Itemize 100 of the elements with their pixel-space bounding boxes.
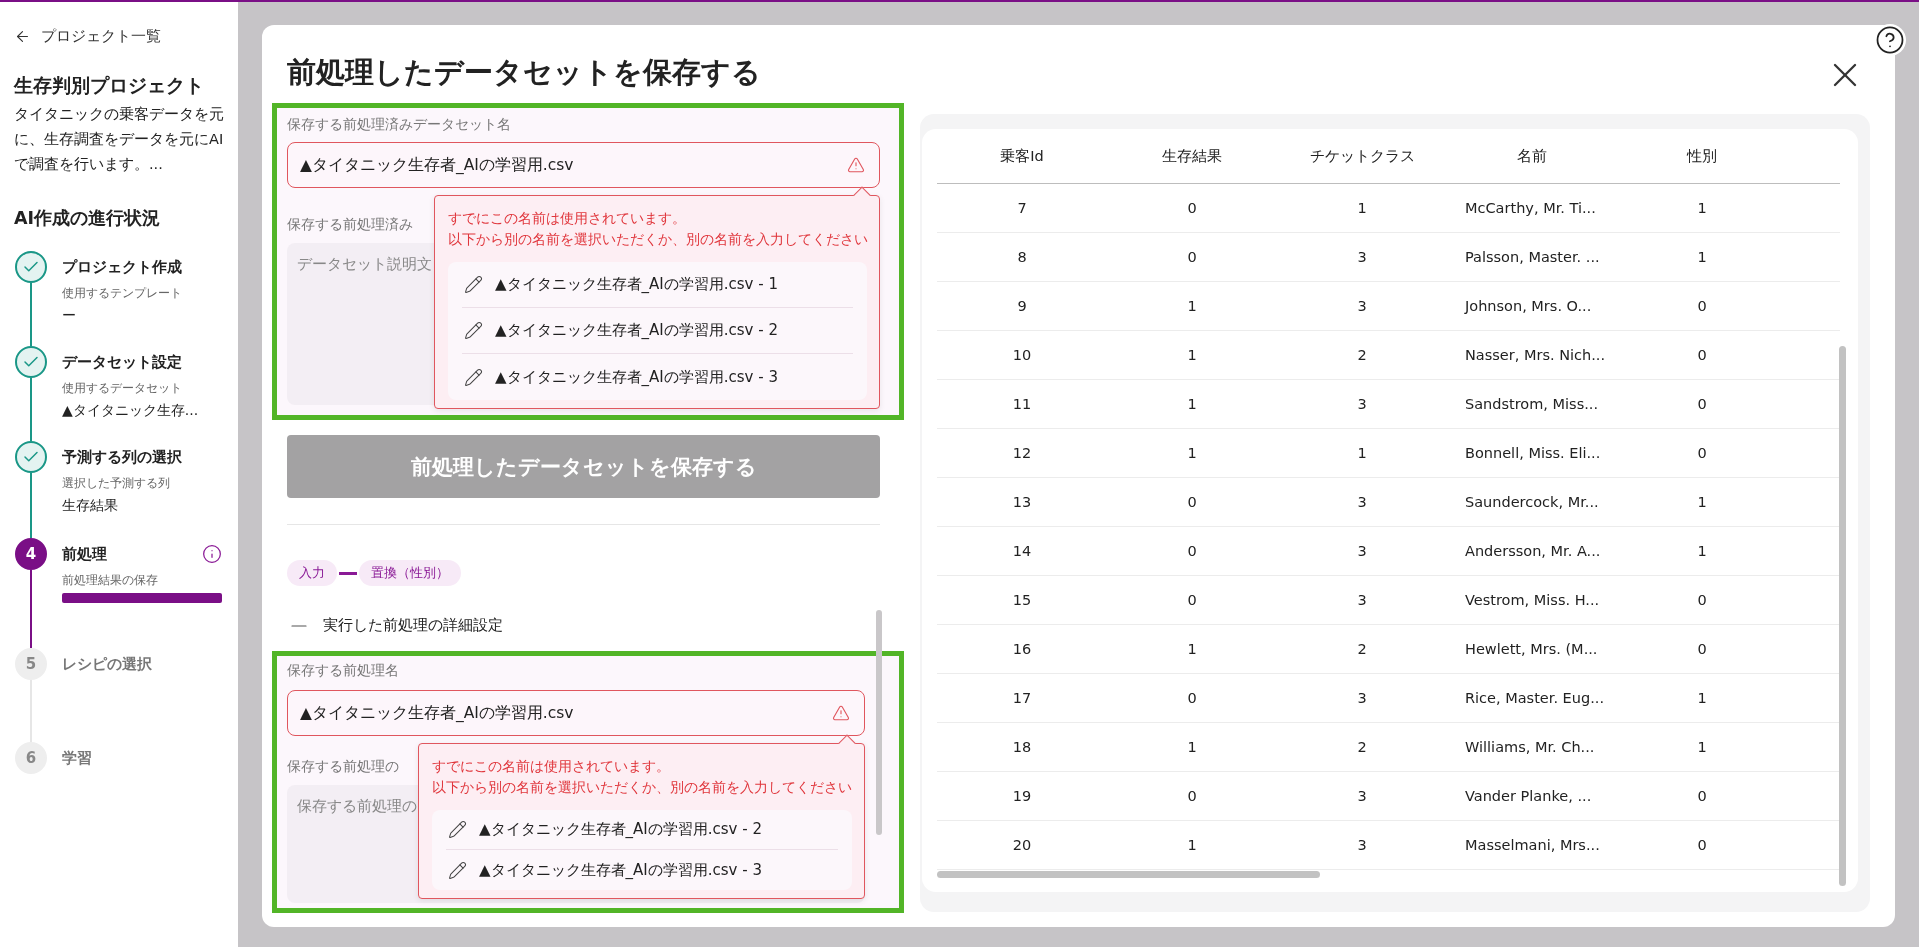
error-message: すでにこの名前は使用されています。 [432,757,671,776]
dialog-title: 前処理したデータセットを保存する [287,54,761,91]
column-header: 生存結果 [1161,146,1223,166]
field-label: 保存する前処理済みデータセット名 [287,115,511,134]
table-cell-text: 1 [1186,396,1198,412]
field-label: 保存する前処理名 [287,661,399,680]
table-cell-text: 1 [1696,494,1708,510]
table-cell-text: 7 [1016,200,1028,216]
step-title: レシピの選択 [62,655,152,674]
suggestion-item[interactable]: ▲タイタニック生存者_AIの学習用.csv - 2 [462,308,853,354]
table-cell-text: 2 [1356,347,1368,363]
table-cell-text: Bonnell, Miss. Eli... [1464,445,1602,461]
table-cell-text: 0 [1186,592,1198,608]
table-cell-text: Andersson, Mr. A... [1464,543,1602,559]
suggestion-text: ▲タイタニック生存者_AIの学習用.csv - 3 [479,860,762,880]
table-cell-text: 0 [1186,690,1198,706]
back-link[interactable]: プロジェクト一覧 [14,24,226,48]
table-cell-text: 0 [1186,494,1198,510]
suggestion-text: ▲タイタニック生存者_AIの学習用.csv - 2 [495,321,778,340]
table-cell-text: 1 [1696,690,1708,706]
table-cell-text: Hewlett, Mrs. (M... [1464,641,1599,657]
table-cell-text: 11 [1011,396,1033,412]
table-cell-text: 1 [1186,298,1198,314]
table-cell-text: 1 [1356,445,1368,461]
table-cell-text: 9 [1016,298,1028,314]
table-cell-text: 1 [1696,249,1708,265]
table-cell-text: Vestrom, Miss. H... [1464,592,1601,608]
pipeline-chip[interactable]: 入力 [287,560,337,586]
table-cell-text: 2 [1356,641,1368,657]
table-cell-text: Palsson, Master. ... [1464,249,1601,265]
table-cell-text: 1 [1696,200,1708,216]
table-cell-text: 0 [1696,347,1708,363]
step-subtitle: 使用するテンプレート [62,285,183,302]
column-header: 名前 [1516,146,1548,166]
error-message: 以下から別の名前を選択いただくか、別の名前を入力してください [432,778,852,797]
step-title: データセット設定 [62,353,182,372]
table-cell-text: 1 [1696,739,1708,755]
project-title: 生存判別プロジェクト [14,74,205,98]
table-cell-text: 1 [1186,347,1198,363]
field-label: 保存する前処理済み [287,215,413,234]
table-cell-text: 0 [1186,543,1198,559]
table-cell-text: 1 [1186,445,1198,461]
table-cell-text: Saundercock, Mr... [1464,494,1600,510]
table-cell-text: 0 [1696,298,1708,314]
table-cell-text: 15 [1011,592,1033,608]
error-message: すでにこの名前は使用されています。 [448,209,687,228]
table-cell-text: 2 [1356,739,1368,755]
table-cell-text: 12 [1011,445,1033,461]
table-cell-text: 0 [1186,200,1198,216]
suggestion-item[interactable]: ▲タイタニック生存者_AIの学習用.csv - 2 [446,810,838,850]
table-cell-text: Rice, Master. Eug... [1464,690,1605,706]
progress-heading: AI作成の進行状況 [14,207,162,230]
step-title: 前処理 [62,545,107,564]
table-cell-text: Vander Planke, ... [1464,788,1593,804]
table-cell-text: McCarthy, Mr. Ti... [1464,200,1597,216]
table-cell-text: Nasser, Mrs. Nich... [1464,347,1607,363]
table-cell-text: 1 [1696,543,1708,559]
table-cell-text: 0 [1186,788,1198,804]
step-value: ▲タイタニック生存... [62,401,200,420]
table-cell-text: 3 [1356,494,1368,510]
table-cell-text: 10 [1011,347,1033,363]
suggestion-item[interactable]: ▲タイタニック生存者_AIの学習用.csv - 1 [462,262,853,308]
table-cell-text: 3 [1356,837,1368,853]
step-title: 学習 [62,749,92,768]
table-cell-text: Johnson, Mrs. O... [1463,298,1593,314]
table-cell-text: 17 [1011,690,1033,706]
table-cell-text: 1 [1186,641,1198,657]
table-cell-text: 16 [1011,641,1033,657]
suggestion-text: ▲タイタニック生存者_AIの学習用.csv - 1 [495,275,778,294]
table-cell-text: 3 [1356,543,1368,559]
table-cell-text: 8 [1016,249,1028,265]
suggestion-text: ▲タイタニック生存者_AIの学習用.csv - 2 [479,820,762,839]
table-cell-text: 3 [1356,690,1368,706]
step-circle: 5 [15,648,47,680]
field-label: 保存する前処理の [287,757,399,776]
step-subtitle: 前処理結果の保存 [62,572,159,589]
table-cell-text: Sandstrom, Miss... [1464,396,1600,412]
step-value: ー [62,306,77,325]
step-subtitle: 使用するデータセット [62,380,183,397]
table-cell-text: 1 [1186,739,1198,755]
table-cell-text: 3 [1356,788,1368,804]
step-circle: 6 [15,742,47,774]
suggestion-item[interactable]: ▲タイタニック生存者_AIの学習用.csv - 3 [462,354,853,400]
step-subtitle: 選択した予測する列 [62,475,171,492]
table-cell-text: 0 [1696,396,1708,412]
table-cell-text: Masselmani, Mrs... [1464,837,1601,853]
project-description: タイタニックの乗客データを元に、生存調査をデータを元にAIで調査を行います。... [14,105,225,174]
table-cell-text: 0 [1186,249,1198,265]
pipeline-chip[interactable]: 置換（性別） [359,560,461,586]
table-cell-text: 1 [1356,200,1368,216]
suggestion-text: ▲タイタニック生存者_AIの学習用.csv - 3 [495,367,778,387]
suggestion-item[interactable]: ▲タイタニック生存者_AIの学習用.csv - 3 [446,850,838,890]
table-cell-text: 3 [1356,396,1368,412]
toggle-label[interactable]: 実行した前処理の詳細設定 [323,616,503,635]
name-field[interactable]: ▲タイタニック生存者_AIの学習用.csv [287,142,880,188]
table-cell-text: Williams, Mr. Ch... [1464,739,1596,755]
table-cell-text: 0 [1696,837,1708,853]
table-cell-text: 3 [1356,298,1368,314]
step-value: 生存結果 [62,496,119,515]
name-field[interactable]: ▲タイタニック生存者_AIの学習用.csv [287,690,865,736]
